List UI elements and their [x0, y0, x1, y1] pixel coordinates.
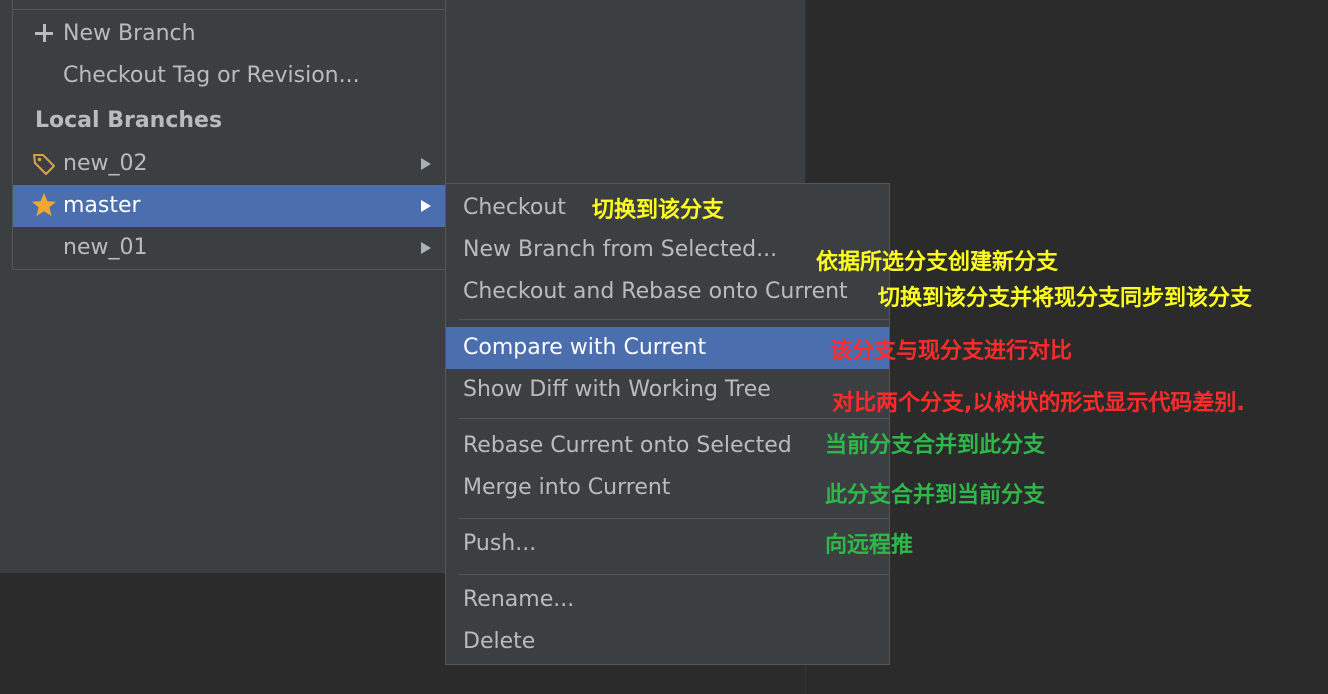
menu-item-label: Checkout and Rebase onto Current: [463, 279, 848, 304]
submenu-arrow-icon: [421, 242, 431, 254]
tag-icon: [33, 154, 55, 175]
star-icon: [32, 193, 56, 216]
menu-item-label: Delete: [463, 629, 536, 654]
annotation-push: 向远程推: [825, 533, 914, 558]
menu-item-label: Merge into Current: [463, 475, 671, 500]
menu-item-label: Checkout: [463, 195, 566, 220]
branch-label: master: [63, 193, 141, 218]
branches-popup: New Branch Checkout Tag or Revision... L…: [12, 0, 446, 270]
submenu-arrow-icon: [421, 200, 431, 212]
annotation-merge: 此分支合并到当前分支: [825, 483, 1046, 508]
annotation-checkout-rebase: 切换到该分支并将现分支同步到该分支: [878, 286, 1253, 311]
menu-item-label: Rename...: [463, 587, 575, 612]
menu-item-label: Compare with Current: [463, 335, 707, 360]
menu-item-compare-with-current[interactable]: Compare with Current: [446, 327, 889, 369]
annotation-checkout: 切换到该分支: [592, 198, 725, 223]
branch-label: new_01: [63, 235, 148, 260]
plus-icon: [34, 23, 54, 43]
branch-label: new_02: [63, 151, 148, 176]
branch-item-master[interactable]: master: [13, 185, 445, 227]
submenu-arrow-icon: [421, 158, 431, 170]
annotation-show-diff: 对比两个分支,以树状的形式显示代码差别.: [832, 391, 1245, 416]
branch-item-new-01[interactable]: new_01: [13, 227, 445, 269]
annotation-new-branch: 依据所选分支创建新分支: [816, 250, 1059, 275]
menu-item-rename[interactable]: Rename...: [446, 579, 889, 621]
menu-separator: [459, 518, 889, 519]
checkout-tag-label: Checkout Tag or Revision...: [63, 63, 360, 88]
menu-item-checkout-and-rebase[interactable]: Checkout and Rebase onto Current: [446, 271, 889, 313]
new-branch-label: New Branch: [63, 21, 196, 46]
menu-item-label: New Branch from Selected...: [463, 237, 778, 262]
menu-separator: [459, 418, 889, 419]
menu-item-push[interactable]: Push...: [446, 523, 889, 565]
menu-item-label: Push...: [463, 531, 537, 556]
annotation-compare: 该分支与现分支进行对比: [830, 339, 1073, 364]
menu-separator: [459, 574, 889, 575]
menu-item-delete[interactable]: Delete: [446, 621, 889, 663]
menu-item-rebase-current[interactable]: Rebase Current onto Selected: [446, 425, 889, 467]
menu-item-merge-into-current[interactable]: Merge into Current: [446, 467, 889, 509]
menu-separator: [459, 319, 889, 320]
branch-item-new-02[interactable]: new_02: [13, 143, 445, 185]
local-branches-header: Local Branches: [35, 108, 223, 133]
menu-item-label: Rebase Current onto Selected: [463, 433, 792, 458]
menu-item-show-diff[interactable]: Show Diff with Working Tree: [446, 369, 889, 411]
popup-separator: [13, 9, 445, 10]
new-branch-action[interactable]: New Branch: [13, 13, 445, 55]
checkout-tag-action[interactable]: Checkout Tag or Revision...: [13, 55, 445, 97]
annotation-rebase: 当前分支合并到此分支: [825, 433, 1046, 458]
menu-item-label: Show Diff with Working Tree: [463, 377, 771, 402]
